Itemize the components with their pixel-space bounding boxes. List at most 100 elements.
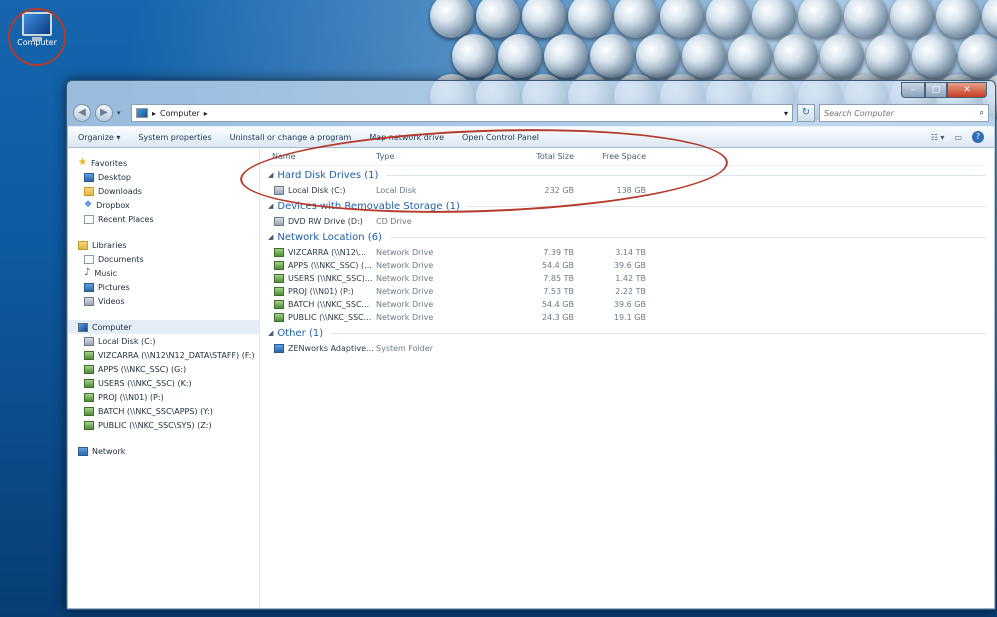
content-pane: Name Type Total Size Free Space ◢ Hard Di… <box>260 148 994 608</box>
breadcrumb-separator-end[interactable]: ▸ <box>204 109 208 118</box>
close-button[interactable]: ✕ <box>947 82 987 98</box>
nav-dropbox[interactable]: ❖ Dropbox <box>78 198 259 212</box>
network-drive-icon <box>84 406 94 416</box>
collapse-icon: ◢ <box>268 329 274 337</box>
nav-drive-c[interactable]: Local Disk (C:) <box>78 334 259 348</box>
system-folder-icon <box>274 344 284 353</box>
network-drive-icon <box>84 420 94 430</box>
minimize-button[interactable]: – <box>901 82 925 98</box>
dropbox-icon: ❖ <box>84 199 93 210</box>
desktop-icon <box>84 172 94 182</box>
pictures-icon <box>84 282 94 292</box>
nav-pictures[interactable]: Pictures <box>78 280 259 294</box>
network-drive-icon <box>84 350 94 360</box>
refresh-button[interactable]: ↻ <box>797 104 815 122</box>
open-control-panel-button[interactable]: Open Control Panel <box>462 133 539 142</box>
breadcrumb-separator[interactable]: ▸ <box>152 109 156 118</box>
list-item[interactable]: VIZCARRA (\\N12\... Network Drive 7.39 T… <box>268 246 986 259</box>
nav-drive-z[interactable]: PUBLIC (\\NKC_SSC\SYS) (Z:) <box>78 418 259 432</box>
network-drive-icon <box>84 392 94 402</box>
system-properties-button[interactable]: System properties <box>138 133 211 142</box>
nav-downloads[interactable]: Downloads <box>78 184 259 198</box>
group-removable-storage[interactable]: ◢ Devices with Removable Storage (1) <box>268 197 986 215</box>
list-item[interactable]: BATCH (\\NKC_SSC... Network Drive 54.4 G… <box>268 298 986 311</box>
collapse-icon: ◢ <box>268 171 274 179</box>
change-view-icon[interactable]: ☷ ▾ <box>931 133 945 142</box>
preview-pane-icon[interactable]: ▭ <box>954 133 962 142</box>
search-input[interactable] <box>824 108 954 118</box>
documents-icon <box>84 254 94 264</box>
wallpaper-disc <box>452 34 496 78</box>
nav-music[interactable]: ♪ Music <box>78 266 259 280</box>
search-field[interactable]: ⌕ <box>819 104 989 122</box>
list-item[interactable]: PUBLIC (\\NKC_SSC... Network Drive 24.3 … <box>268 311 986 324</box>
network-drive-icon <box>274 313 284 322</box>
nav-drive-y[interactable]: BATCH (\\NKC_SSC\APPS) (Y:) <box>78 404 259 418</box>
wallpaper-disc <box>498 34 542 78</box>
nav-network[interactable]: Network <box>78 444 259 458</box>
list-item[interactable]: PROJ (\\N01) (P:) Network Drive 7.53 TB … <box>268 285 986 298</box>
maximize-button[interactable]: □ <box>925 82 947 98</box>
search-icon[interactable]: ⌕ <box>980 108 984 118</box>
address-dropdown-icon[interactable]: ▾ <box>784 109 788 118</box>
command-bar: Organize ▾ System properties Uninstall o… <box>68 126 994 148</box>
nav-drive-f[interactable]: VIZCARRA (\\N12\N12_DATA\STAFF) (F:) <box>78 348 259 362</box>
nav-drive-p[interactable]: PROJ (\\N01) (P:) <box>78 390 259 404</box>
list-item[interactable]: Local Disk (C:) Local Disk 232 GB 138 GB <box>268 184 986 197</box>
group-other[interactable]: ◢ Other (1) <box>268 324 986 342</box>
column-free-space[interactable]: Free Space <box>580 152 652 161</box>
music-icon: ♪ <box>84 267 91 278</box>
computer-icon <box>78 322 88 332</box>
libraries-icon <box>78 240 88 250</box>
organize-menu[interactable]: Organize ▾ <box>78 133 120 142</box>
collapse-icon: ◢ <box>268 202 274 210</box>
nav-documents[interactable]: Documents <box>78 252 259 266</box>
nav-recent-places[interactable]: Recent Places <box>78 212 259 226</box>
list-item[interactable]: ZENworks Adaptive... System Folder <box>268 342 986 355</box>
wallpaper-disc <box>682 34 726 78</box>
nav-libraries[interactable]: Libraries <box>78 238 259 252</box>
wallpaper-disc <box>614 0 658 38</box>
column-headers: Name Type Total Size Free Space <box>268 148 986 166</box>
uninstall-program-button[interactable]: Uninstall or change a program <box>230 133 352 142</box>
wallpaper-disc <box>728 34 772 78</box>
map-network-drive-button[interactable]: Map network drive <box>369 133 444 142</box>
wallpaper-disc <box>820 34 864 78</box>
column-name[interactable]: Name <box>268 152 376 161</box>
collapse-icon: ◢ <box>268 233 274 241</box>
list-item[interactable]: DVD RW Drive (D:) CD Drive <box>268 215 986 228</box>
address-bar[interactable]: ▸ Computer ▸ ▾ <box>131 104 793 122</box>
navigation-pane: ★ Favorites Desktop Downloads ❖ Dropbox Re… <box>68 148 260 608</box>
nav-desktop[interactable]: Desktop <box>78 170 259 184</box>
network-icon <box>78 446 88 456</box>
wallpaper-disc <box>774 34 818 78</box>
forward-button[interactable]: ▶ <box>95 104 113 122</box>
list-item[interactable]: APPS (\\NKC_SSC) (... Network Drive 54.4… <box>268 259 986 272</box>
list-item[interactable]: USERS (\\NKC_SSC)... Network Drive 7.85 … <box>268 272 986 285</box>
local-disk-icon <box>84 336 94 346</box>
wallpaper-disc <box>958 34 997 78</box>
explorer-body: ★ Favorites Desktop Downloads ❖ Dropbox Re… <box>68 148 994 608</box>
column-type[interactable]: Type <box>376 152 510 161</box>
nav-drive-g[interactable]: APPS (\\NKC_SSC) (G:) <box>78 362 259 376</box>
back-button[interactable]: ◀ <box>73 104 91 122</box>
recent-pages-dropdown[interactable]: ▾ <box>117 109 127 117</box>
network-drive-icon <box>274 261 284 270</box>
help-icon[interactable]: ? <box>972 131 984 143</box>
explorer-window: – □ ✕ ◀ ▶ ▾ ▸ Computer ▸ ▾ ↻ ⌕ Organize … <box>66 80 996 610</box>
nav-computer[interactable]: Computer <box>68 320 259 334</box>
wallpaper-disc <box>430 0 474 38</box>
network-drive-icon <box>274 287 284 296</box>
nav-favorites[interactable]: ★ Favorites <box>78 156 259 170</box>
wallpaper-disc <box>522 0 566 38</box>
wallpaper-disc <box>544 34 588 78</box>
group-network-location[interactable]: ◢ Network Location (6) <box>268 228 986 246</box>
network-drive-icon <box>274 300 284 309</box>
window-caption-buttons: – □ ✕ <box>901 82 987 98</box>
column-total-size[interactable]: Total Size <box>510 152 580 161</box>
group-hard-disk-drives[interactable]: ◢ Hard Disk Drives (1) <box>268 166 986 184</box>
breadcrumb-computer[interactable]: Computer <box>160 109 200 118</box>
nav-videos[interactable]: Videos <box>78 294 259 308</box>
nav-drive-k[interactable]: USERS (\\NKC_SSC) (K:) <box>78 376 259 390</box>
wallpaper-disc <box>844 0 888 38</box>
